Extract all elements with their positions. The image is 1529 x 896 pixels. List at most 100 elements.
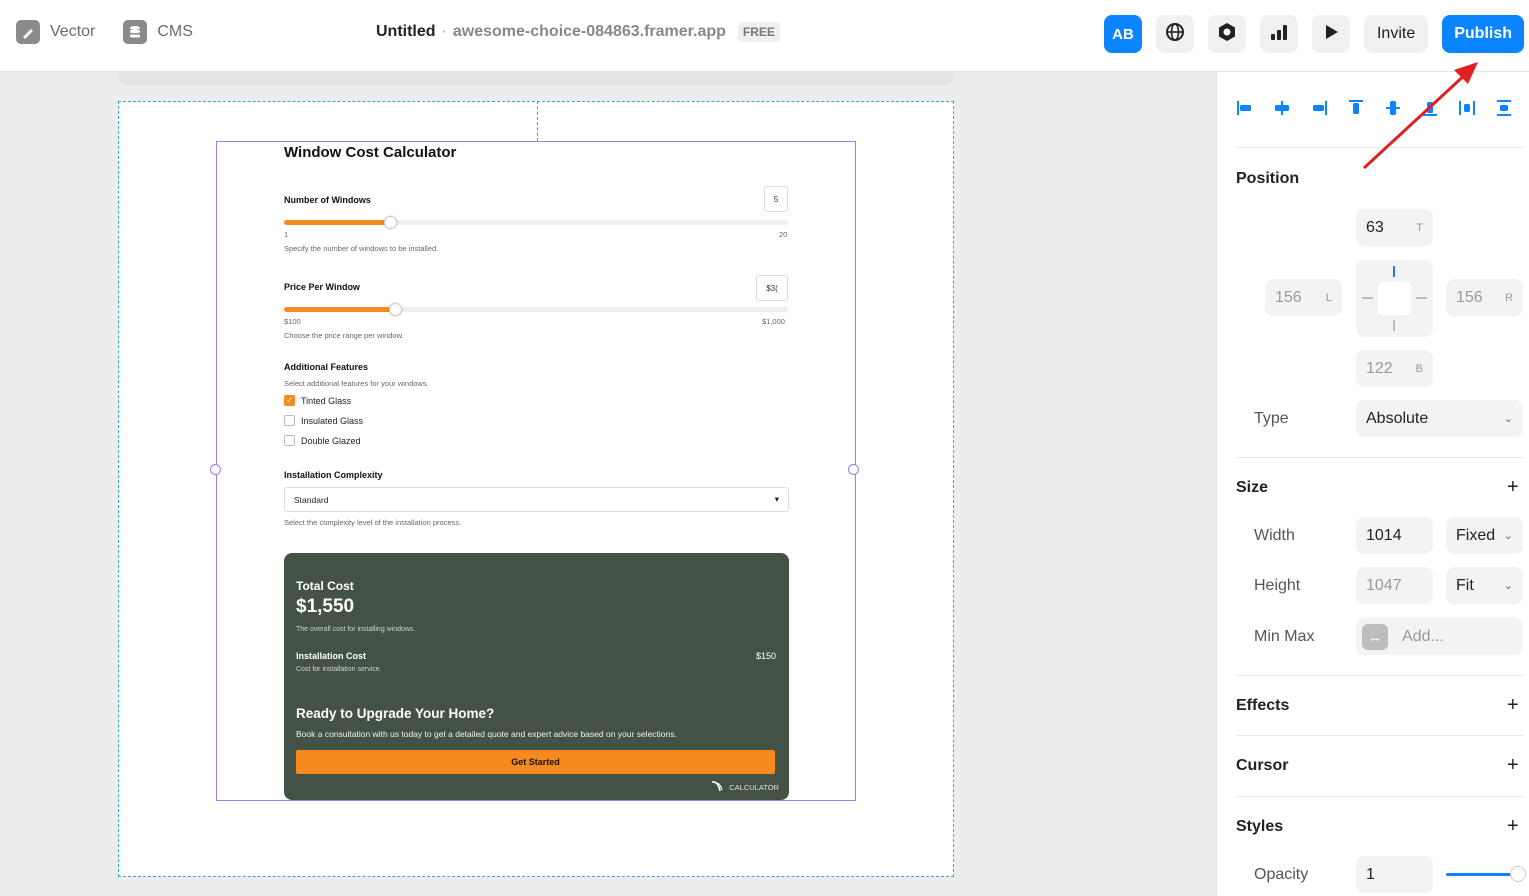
checkbox[interactable] [284, 415, 295, 426]
price-input[interactable]: $3( [756, 275, 788, 301]
result-card: Total Cost $1,550 The overall cost for i… [284, 553, 789, 800]
caret-down-icon: ▾ [774, 494, 779, 504]
pin-right[interactable] [1416, 297, 1427, 299]
distribute-vertical-icon[interactable] [1492, 96, 1516, 120]
position-left-input[interactable]: 156 L [1265, 279, 1342, 316]
opacity-value: 1 [1366, 865, 1375, 883]
publish-button[interactable]: Publish [1442, 15, 1524, 53]
width-mode-value: Fixed [1456, 526, 1496, 544]
canvas-top-frame-strip [118, 72, 954, 86]
checkbox-checked[interactable]: ✓ [284, 395, 295, 406]
windows-label: Number of Windows [284, 195, 371, 205]
height-mode-value: Fit [1456, 576, 1474, 594]
chevron-down-icon: ⌄ [1503, 580, 1513, 592]
installation-cost-help: Cost for installation service. [296, 666, 382, 673]
width-input[interactable]: 1014 [1356, 517, 1433, 554]
feature-option[interactable]: Insulated Glass [284, 415, 363, 426]
position-right-input[interactable]: 156 R [1446, 279, 1523, 316]
windows-slider[interactable] [284, 215, 788, 229]
price-help: Choose the price range per window. [284, 331, 404, 340]
divider [1236, 675, 1524, 676]
position-top-input[interactable]: 63 T [1356, 209, 1433, 246]
database-icon [123, 20, 148, 44]
resize-arrows-icon: ↔ [1362, 623, 1388, 650]
hexagon-settings-icon [1217, 22, 1237, 47]
pin-left[interactable] [1362, 297, 1373, 299]
toolbar-left-group: Vector CMS [16, 20, 193, 44]
width-value: 1014 [1366, 526, 1402, 544]
windows-number-input[interactable]: 5 [764, 186, 788, 212]
analytics-button[interactable] [1259, 15, 1298, 53]
price-slider[interactable] [284, 302, 788, 316]
project-title-group[interactable]: Untitled · awesome-choice-084863.framer.… [376, 22, 780, 42]
divider [1236, 796, 1524, 797]
total-cost-value: $1,550 [296, 596, 355, 617]
settings-button[interactable] [1207, 15, 1246, 53]
center-guide-line [537, 101, 538, 141]
windows-help: Specify the number of windows to be inst… [284, 244, 439, 253]
pin-constraints-widget[interactable] [1356, 260, 1433, 337]
cms-label: CMS [157, 23, 193, 40]
pin-bottom[interactable] [1393, 320, 1395, 331]
installation-cost-value: $150 [755, 651, 776, 661]
add-style-icon[interactable]: + [1507, 815, 1519, 838]
vector-pen-icon [16, 20, 40, 44]
opacity-slider-knob[interactable] [1510, 866, 1526, 882]
add-effect-icon[interactable]: + [1507, 694, 1519, 717]
resize-handle-right[interactable] [848, 464, 859, 475]
position-bottom-input[interactable]: 122 B [1356, 350, 1433, 387]
cta-heading: Ready to Upgrade Your Home? [296, 706, 495, 721]
price-slider-knob[interactable] [388, 302, 402, 316]
position-top-suffix: T [1416, 221, 1423, 234]
add-size-icon[interactable]: + [1507, 476, 1519, 499]
features-label: Additional Features [284, 362, 369, 372]
add-cursor-icon[interactable]: + [1507, 754, 1519, 777]
site-domain: awesome-choice-084863.framer.app [452, 23, 726, 40]
cms-tool[interactable]: CMS [123, 20, 193, 44]
windows-min: 1 [284, 230, 289, 239]
windows-slider-knob[interactable] [383, 215, 397, 229]
plan-badge: FREE [737, 22, 780, 42]
price-max: $1,000 [762, 317, 785, 326]
brand-name: CALCULATOR [729, 782, 779, 792]
align-center-h-icon[interactable] [1270, 96, 1294, 120]
invite-button[interactable]: Invite [1363, 15, 1429, 53]
vector-tool[interactable]: Vector [16, 20, 95, 44]
feature-option-label: Tinted Glass [301, 395, 352, 406]
brand-logo-icon [711, 780, 725, 794]
height-input[interactable]: 1047 [1356, 567, 1433, 604]
minmax-input[interactable]: ↔ Add... [1356, 618, 1523, 655]
opacity-slider[interactable] [1446, 873, 1516, 876]
preview-button[interactable] [1311, 15, 1350, 53]
pin-top-active[interactable] [1393, 266, 1395, 277]
globe-button[interactable] [1155, 15, 1194, 53]
align-left-icon[interactable] [1233, 96, 1257, 120]
align-right-icon[interactable] [1307, 96, 1331, 120]
resize-handle-left[interactable] [210, 464, 221, 475]
position-right-value: 156 [1456, 288, 1483, 306]
globe-icon [1165, 22, 1185, 47]
get-started-button[interactable]: Get Started [296, 750, 775, 774]
ab-test-button[interactable]: AB [1103, 15, 1142, 53]
windows-max: 20 [779, 230, 788, 239]
chevron-down-icon: ⌄ [1503, 413, 1513, 425]
price-label: Price Per Window [284, 282, 360, 292]
vector-label: Vector [50, 23, 96, 40]
position-type-select[interactable]: Absolute ⌄ [1356, 400, 1523, 437]
position-left-suffix: L [1325, 291, 1332, 304]
height-mode-select[interactable]: Fit ⌄ [1446, 567, 1523, 604]
width-mode-select[interactable]: Fixed ⌄ [1446, 517, 1523, 554]
divider [1236, 735, 1524, 736]
complexity-select[interactable]: Standard ▾ [284, 487, 789, 512]
bar-chart-icon [1270, 23, 1288, 46]
styles-section-title: Styles [1236, 818, 1284, 835]
width-label: Width [1254, 527, 1295, 544]
feature-option[interactable]: ✓ Tinted Glass [284, 395, 351, 406]
play-icon [1323, 24, 1339, 45]
checkbox[interactable] [284, 435, 295, 446]
feature-option[interactable]: Double Glazed [284, 435, 361, 446]
opacity-input[interactable]: 1 [1356, 856, 1433, 893]
position-section-title: Position [1236, 170, 1300, 187]
price-min: $100 [284, 317, 301, 326]
feature-option-label: Double Glazed [301, 435, 361, 446]
